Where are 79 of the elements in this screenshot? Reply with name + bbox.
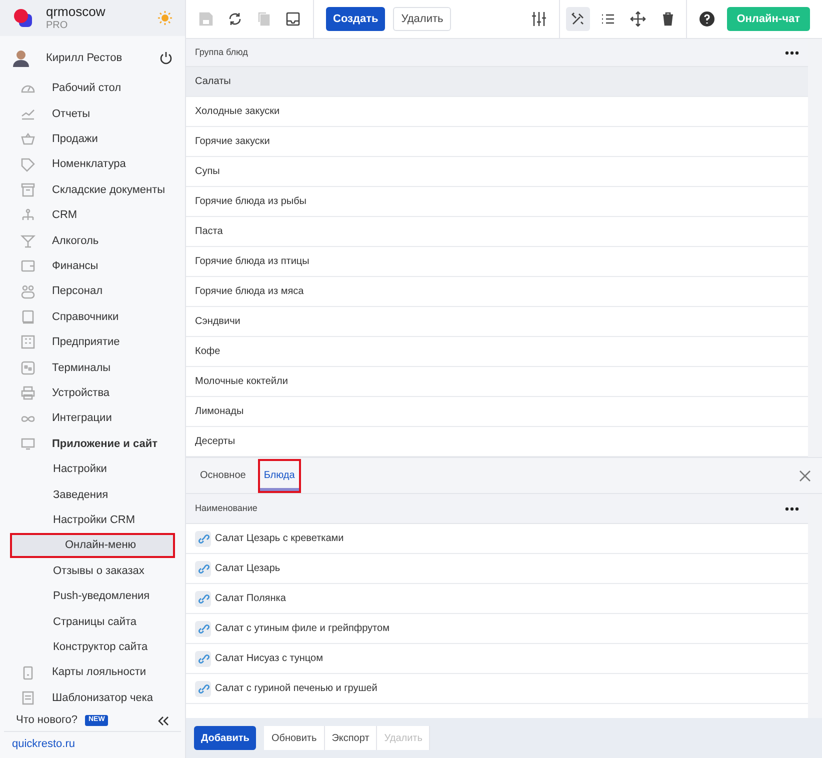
- inbox-icon[interactable]: [285, 11, 301, 27]
- table-cell-text: Салат Цезарь: [215, 562, 280, 576]
- sidebar-item[interactable]: Персонал: [0, 279, 185, 304]
- tools-icon: [570, 11, 586, 27]
- sidebar-item[interactable]: Настройки CRM: [0, 508, 185, 533]
- book-icon: [20, 309, 36, 326]
- receipt-icon: [20, 690, 36, 706]
- sidebar-item[interactable]: Устройства: [0, 380, 185, 406]
- move-icon: [630, 11, 646, 27]
- sidebar-item[interactable]: Алкоголь: [0, 228, 185, 254]
- sidebar-item[interactable]: CRM: [0, 202, 185, 228]
- more-icon[interactable]: [785, 506, 799, 510]
- table-cell-text: Салат с гуриной печенью и грушей: [215, 682, 378, 696]
- building-icon: [20, 334, 36, 350]
- sidebar-item[interactable]: Карты лояльности: [0, 660, 185, 686]
- logo-icon: [12, 6, 34, 29]
- monitor-icon: [20, 436, 36, 452]
- tag-icon: [20, 156, 36, 173]
- close-icon[interactable]: [798, 468, 812, 482]
- basket-icon: [20, 131, 36, 148]
- printer-icon: [20, 385, 36, 402]
- link-icon[interactable]: [195, 620, 211, 636]
- table-cell-text: Салат Цезарь с креветками: [215, 532, 344, 546]
- tab[interactable]: Основное: [196, 458, 250, 492]
- column-header: Наименование: [195, 502, 258, 515]
- whats-new-link[interactable]: Что нового?: [16, 712, 78, 729]
- column-header: Группа блюд: [195, 46, 249, 59]
- table-cell-text: Салат Нисуаз с тунцом: [215, 652, 323, 666]
- sidebar-item[interactable]: Интеграции: [0, 406, 185, 432]
- archive-icon: [20, 182, 36, 198]
- sidebar-item[interactable]: Шаблонизатор чека: [0, 685, 185, 711]
- avatar-icon: [12, 48, 30, 67]
- table-cell-text: Салат с утиным филе и грейпфрутом: [215, 622, 390, 636]
- sidebar-item[interactable]: Настройки: [0, 456, 185, 482]
- sidebar-item[interactable]: Страницы сайта: [0, 609, 185, 634]
- footer-button: Удалить: [377, 726, 430, 750]
- footer-button[interactable]: Добавить: [194, 726, 256, 750]
- delete-button[interactable]: Удалить: [393, 7, 452, 31]
- org-name: qrmoscow: [46, 4, 106, 20]
- sidebar-item[interactable]: Приложение и сайт: [0, 431, 185, 457]
- link-icon[interactable]: [195, 680, 211, 696]
- sidebar-item[interactable]: Отчеты: [0, 101, 185, 127]
- link-icon[interactable]: [195, 590, 211, 606]
- table-cell-text: Салат Полянка: [215, 592, 286, 606]
- more-icon[interactable]: [785, 50, 799, 54]
- sidebar-item[interactable]: Предприятие: [0, 330, 185, 356]
- sidebar-item[interactable]: Push-уведомления: [0, 584, 185, 610]
- plan-label: PRO: [46, 20, 69, 32]
- link-icon[interactable]: [195, 530, 211, 546]
- wallet-icon: [20, 258, 36, 274]
- user-name: Кирилл Рестов: [46, 50, 124, 66]
- sliders-icon[interactable]: [530, 11, 547, 27]
- collapse-icon[interactable]: [157, 714, 169, 727]
- link-icon[interactable]: [195, 650, 211, 666]
- sidebar-item[interactable]: Складские документы: [0, 177, 185, 203]
- people-icon: [20, 284, 36, 300]
- sidebar-item[interactable]: Номенклатура: [0, 152, 185, 178]
- sidebar-item[interactable]: Онлайн-меню: [10, 532, 175, 558]
- power-icon[interactable]: [159, 50, 173, 65]
- tab[interactable]: Блюда: [258, 458, 301, 492]
- sidebar-item[interactable]: Заведения: [0, 482, 185, 508]
- tools-button[interactable]: [566, 7, 590, 31]
- sidebar-item[interactable]: Справочники: [0, 304, 185, 330]
- refresh-icon[interactable]: [227, 11, 243, 27]
- footer-button[interactable]: Экспорт: [324, 726, 378, 750]
- create-button[interactable]: Создать: [326, 7, 386, 31]
- qr-icon: [20, 360, 36, 376]
- site-link[interactable]: quickresto.ru: [0, 732, 185, 758]
- sidebar-item[interactable]: Продажи: [0, 126, 185, 152]
- sidebar-item[interactable]: Финансы: [0, 254, 185, 279]
- footer-button[interactable]: Обновить: [264, 726, 325, 750]
- sidebar-item[interactable]: Конструктор сайта: [0, 634, 185, 660]
- table-row[interactable]: Салаты: [186, 67, 808, 97]
- sidebar-item[interactable]: Рабочий стол: [0, 76, 185, 102]
- help-icon[interactable]: [698, 11, 715, 27]
- glass-icon: [20, 232, 36, 249]
- link-icon[interactable]: [195, 560, 211, 576]
- sidebar-item[interactable]: Терминалы: [0, 355, 185, 381]
- sidebar-item[interactable]: Отзывы о заказах: [0, 558, 185, 584]
